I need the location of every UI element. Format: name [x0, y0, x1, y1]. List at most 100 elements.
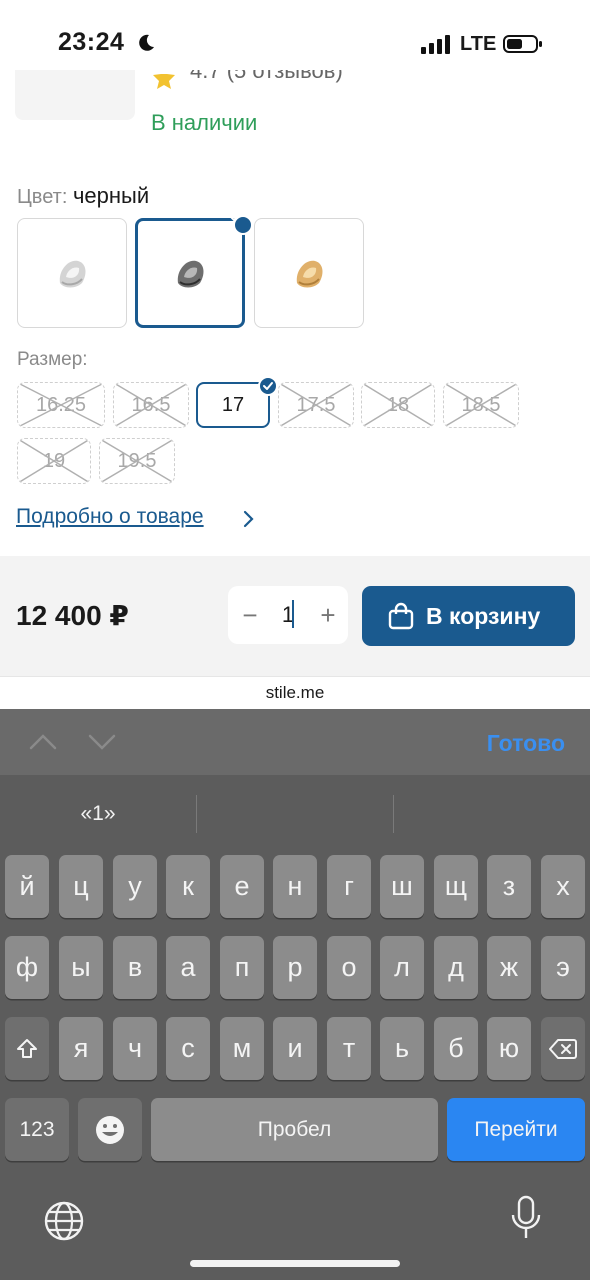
purchase-bar: 12 400 ₽ − 1 + В корзину — [0, 556, 590, 676]
text-caret — [292, 600, 294, 628]
space-key[interactable]: Пробел — [151, 1098, 438, 1161]
increase-quantity-button[interactable]: + — [314, 598, 342, 632]
unavailable-strike — [18, 439, 90, 483]
key[interactable]: г — [327, 855, 371, 918]
chevron-right-icon[interactable] — [240, 510, 256, 528]
add-to-cart-button[interactable]: В корзину — [362, 586, 575, 646]
key[interactable]: п — [220, 936, 264, 999]
suggestion-item-empty[interactable] — [394, 775, 590, 853]
key[interactable]: ь — [380, 1017, 424, 1080]
key[interactable]: о — [327, 936, 371, 999]
key[interactable]: э — [541, 936, 585, 999]
shift-key[interactable] — [5, 1017, 49, 1080]
globe-icon[interactable] — [42, 1199, 86, 1243]
size-chip[interactable]: 19.5 — [99, 438, 175, 484]
backspace-key[interactable] — [541, 1017, 585, 1080]
key[interactable]: ч — [113, 1017, 157, 1080]
emoji-key[interactable] — [78, 1098, 142, 1161]
chevron-up-icon[interactable] — [28, 731, 58, 753]
swatch-black[interactable] — [135, 213, 253, 328]
quantity-input[interactable]: 1 — [276, 602, 300, 628]
color-label: Цвет: — [17, 186, 68, 208]
size-chip[interactable]: 16.25 — [17, 382, 105, 428]
availability-status: В наличии — [151, 110, 258, 135]
color-row: Цвет: черный — [17, 183, 149, 209]
product-details-link[interactable]: Подробно о товаре — [16, 505, 204, 529]
key[interactable]: в — [113, 936, 157, 999]
add-to-cart-label: В корзину — [426, 603, 541, 629]
unavailable-strike — [444, 383, 518, 427]
browser-url-bar[interactable]: stile.me — [0, 676, 590, 709]
key[interactable]: к — [166, 855, 210, 918]
done-button[interactable]: Готово — [487, 730, 565, 757]
key[interactable]: и — [273, 1017, 317, 1080]
emoji-icon — [96, 1115, 124, 1144]
swatch-gold[interactable] — [254, 218, 364, 328]
quantity-stepper[interactable]: − 1 + — [228, 586, 348, 644]
microphone-icon[interactable] — [510, 1195, 542, 1241]
size-chip[interactable]: 16.5 — [113, 382, 189, 428]
go-key[interactable]: Перейти — [447, 1098, 585, 1161]
ring-black-icon — [177, 260, 204, 288]
key[interactable]: з — [487, 855, 531, 918]
battery-icon — [503, 35, 542, 53]
color-value: черный — [72, 183, 150, 208]
rating-summary: 4.7 (5 отзывов) — [190, 70, 343, 83]
unavailable-strike — [18, 383, 104, 427]
ring-gold-icon — [296, 260, 323, 288]
key[interactable]: ц — [59, 855, 103, 918]
size-label: Размер: — [17, 349, 88, 370]
key[interactable]: ш — [380, 855, 424, 918]
backspace-icon — [549, 1038, 577, 1059]
selected-check-icon — [230, 213, 253, 235]
home-indicator[interactable] — [190, 1260, 400, 1267]
swatch-silver[interactable] — [17, 218, 127, 328]
unavailable-strike — [279, 383, 353, 427]
key[interactable]: с — [166, 1017, 210, 1080]
decrease-quantity-button[interactable]: − — [236, 598, 264, 632]
selected-check-icon — [258, 376, 278, 396]
size-chip-label: 17 — [221, 393, 245, 416]
shopping-bag-icon — [388, 602, 414, 630]
star-icon — [153, 74, 175, 89]
price: 12 400 ₽ — [16, 600, 129, 631]
cellular-signal-icon — [421, 35, 450, 54]
shift-arrow-icon — [17, 1038, 37, 1058]
key[interactable]: й — [5, 855, 49, 918]
key[interactable]: х — [541, 855, 585, 918]
key[interactable]: н — [273, 855, 317, 918]
size-chip-selected[interactable]: 17 — [196, 376, 278, 428]
key[interactable]: б — [434, 1017, 478, 1080]
unavailable-strike — [114, 383, 188, 427]
key[interactable]: ж — [487, 936, 531, 999]
size-chip[interactable]: 17.5 — [278, 382, 354, 428]
unavailable-strike — [362, 383, 434, 427]
status-time: 23:24 — [58, 28, 125, 56]
suggestion-item-empty[interactable] — [197, 775, 393, 853]
key[interactable]: щ — [434, 855, 478, 918]
suggestion-item[interactable]: «1» — [0, 775, 196, 853]
chevron-down-icon[interactable] — [87, 731, 117, 753]
size-chip[interactable]: 19 — [17, 438, 91, 484]
key[interactable]: р — [273, 936, 317, 999]
key[interactable]: я — [59, 1017, 103, 1080]
keyboard-accessory-bar: Готово — [0, 709, 590, 775]
key[interactable]: ы — [59, 936, 103, 999]
key[interactable]: м — [220, 1017, 264, 1080]
key[interactable]: л — [380, 936, 424, 999]
size-chip[interactable]: 18 — [361, 382, 435, 428]
network-type: LTE — [460, 33, 497, 55]
key[interactable]: ф — [5, 936, 49, 999]
unavailable-strike — [100, 439, 174, 483]
key[interactable]: у — [113, 855, 157, 918]
key[interactable]: е — [220, 855, 264, 918]
keyboard: «1» й ц у к е н г ш щ з х ф ы в а п р о … — [0, 775, 590, 1280]
key[interactable]: т — [327, 1017, 371, 1080]
size-chip[interactable]: 18.5 — [443, 382, 519, 428]
key[interactable]: а — [166, 936, 210, 999]
key[interactable]: д — [434, 936, 478, 999]
key[interactable]: ю — [487, 1017, 531, 1080]
url-text: stile.me — [265, 683, 325, 702]
product-thumbnail — [15, 70, 135, 120]
numbers-key[interactable]: 123 — [5, 1098, 69, 1161]
